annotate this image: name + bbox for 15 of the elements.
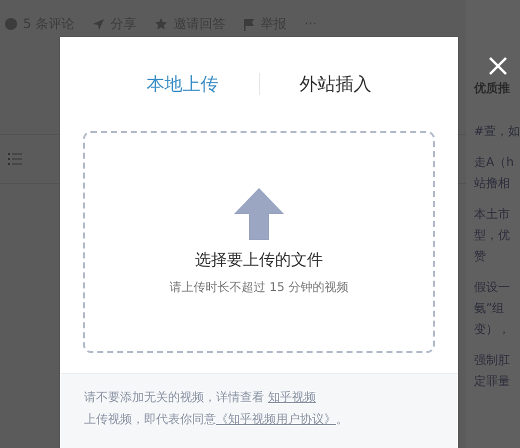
upload-dropzone[interactable]: 选择要上传的文件 请上传时长不超过 15 分钟的视频 xyxy=(83,131,435,353)
agreement-link[interactable]: 《知乎视频用户协议》 xyxy=(216,412,336,426)
notice-text: 。 xyxy=(336,412,348,426)
dialog-tab[interactable]: 本地上传 xyxy=(146,72,218,96)
star-icon xyxy=(154,17,168,31)
upload-arrow-icon xyxy=(234,188,284,240)
paper-plane-icon xyxy=(92,18,106,30)
notice-text: 请不要添加无关的视频，详情查看 xyxy=(84,390,265,404)
dropzone-hint: 请上传时长不超过 15 分钟的视频 xyxy=(170,279,348,296)
flag-icon xyxy=(243,18,256,30)
guideline-link[interactable]: 知乎视频 xyxy=(268,390,316,404)
dialog-tab[interactable]: 外站插入 xyxy=(300,72,372,96)
dropzone-title: 选择要上传的文件 xyxy=(195,250,323,271)
notice-text: 上传视频，即代表你同意 xyxy=(84,412,216,426)
more-button[interactable]: ··· xyxy=(304,16,317,32)
